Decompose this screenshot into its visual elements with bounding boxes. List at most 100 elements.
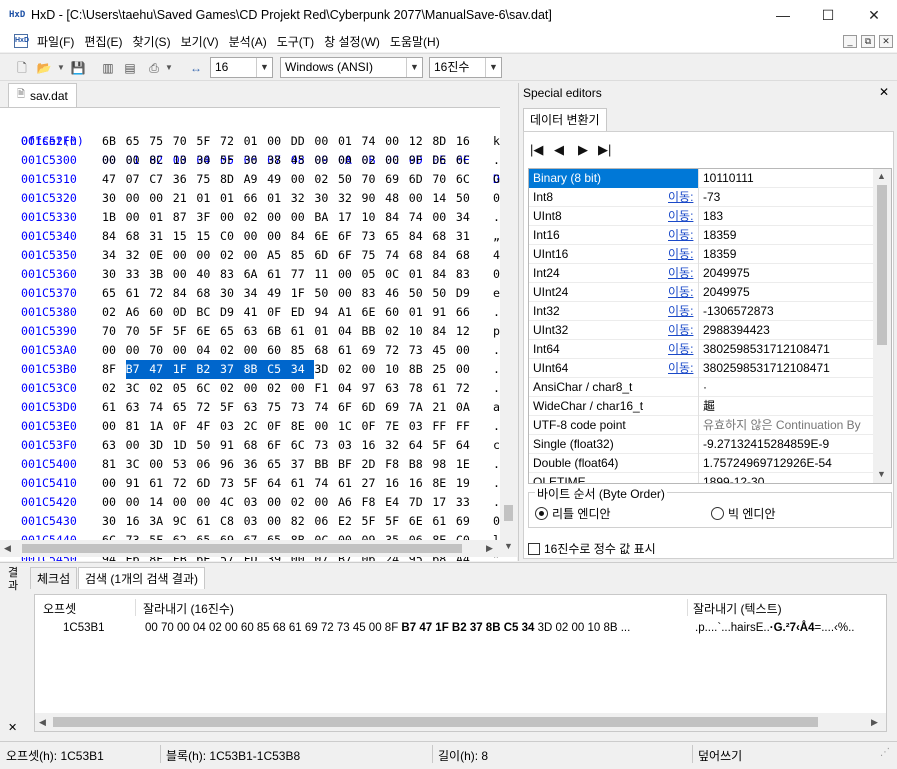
inspector-row[interactable]: AnsiChar / char8_t · — [529, 378, 873, 397]
hex-byte[interactable]: 61 — [338, 341, 362, 360]
hex-byte[interactable]: 2C — [244, 417, 268, 436]
hex-byte[interactable]: 01 — [338, 132, 362, 151]
menu-window[interactable]: 창 설정(W) — [319, 33, 385, 50]
hex-byte[interactable]: 00 — [244, 227, 268, 246]
hex-byte[interactable]: E2 — [338, 512, 362, 531]
hex-byte[interactable]: 00 — [244, 379, 268, 398]
result-offset[interactable]: 1C53B1 — [63, 622, 105, 634]
hex-byte[interactable]: 90 — [362, 189, 386, 208]
mdi-restore-button[interactable]: ⧉ — [861, 35, 875, 48]
hex-byte[interactable]: BF — [338, 455, 362, 474]
hex-byte[interactable]: 10 — [385, 360, 409, 379]
inspector-row[interactable]: Int8 이동: -73 — [529, 188, 873, 207]
hex-byte[interactable]: 00 — [126, 151, 150, 170]
hex-byte[interactable]: C8 — [220, 512, 244, 531]
hex-byte[interactable]: 0C — [385, 265, 409, 284]
hex-byte[interactable]: 01 — [314, 322, 338, 341]
inspector-value[interactable]: 10110111 — [703, 169, 873, 188]
hex-byte[interactable]: 03 — [338, 436, 362, 455]
hex-byte[interactable]: 85 — [291, 246, 315, 265]
tab-checksum[interactable]: 체크섬 — [30, 567, 78, 589]
hex-byte[interactable]: 3F — [196, 208, 220, 227]
hex-byte[interactable]: 01 — [244, 132, 268, 151]
hex-byte[interactable]: 6A — [244, 265, 268, 284]
hex-byte[interactable]: 74 — [409, 208, 433, 227]
scroll-down-icon[interactable]: ▼ — [877, 469, 886, 479]
hex-byte[interactable]: 0F — [267, 303, 291, 322]
scrollbar-thumb[interactable] — [504, 505, 513, 521]
hex-byte[interactable]: 74 — [314, 398, 338, 417]
hex-byte[interactable]: 75 — [362, 246, 386, 265]
hex-byte[interactable]: 1E — [456, 455, 480, 474]
hex-byte[interactable]: 00 — [291, 208, 315, 227]
hex-byte[interactable]: B7 — [125, 360, 150, 379]
hex-byte[interactable]: 6E — [362, 303, 386, 322]
hex-byte[interactable]: 50 — [432, 284, 456, 303]
inspector-value[interactable]: 1.75724969712926E-54 — [703, 454, 873, 473]
hex-byte[interactable]: DD — [291, 132, 315, 151]
hex-byte[interactable]: 14 — [149, 493, 173, 512]
hex-byte[interactable]: 00 — [126, 208, 150, 227]
hex-byte[interactable]: 6E — [314, 227, 338, 246]
hex-byte[interactable]: 46 — [385, 284, 409, 303]
hex-byte[interactable]: 41 — [244, 303, 268, 322]
hex-byte[interactable]: 53 — [173, 455, 197, 474]
hex-byte[interactable]: 02 — [220, 379, 244, 398]
hex-byte[interactable]: 30 — [220, 284, 244, 303]
hex-byte[interactable]: 00 — [385, 151, 409, 170]
inspector-value[interactable]: 2049975 — [703, 264, 873, 283]
hex-byte[interactable]: 69 — [385, 170, 409, 189]
result-hex[interactable]: 00 70 00 04 02 00 60 85 68 61 69 72 73 4… — [145, 622, 630, 634]
hex-byte[interactable]: 81 — [126, 417, 150, 436]
hex-editor[interactable]: Offset(h) 00 01 02 03 04 05 06 07 08 09 0A 0B 0C 0D 0E… — [0, 107, 517, 561]
hex-byte[interactable]: 83 — [220, 265, 244, 284]
hex-byte[interactable]: C0 — [220, 227, 244, 246]
hex-byte[interactable]: 31 — [456, 227, 480, 246]
hex-byte[interactable]: 91 — [126, 474, 150, 493]
hex-byte[interactable]: 5F — [220, 398, 244, 417]
text-column[interactable]: G — [493, 170, 500, 189]
hex-byte[interactable]: 00 — [432, 208, 456, 227]
hex-byte[interactable]: 02 — [220, 341, 244, 360]
hex-byte[interactable]: 74 — [362, 132, 386, 151]
hex-byte[interactable]: 68 — [432, 227, 456, 246]
hex-byte[interactable]: 1F — [291, 284, 315, 303]
text-column[interactable]: c — [493, 436, 500, 455]
text-column[interactable]: . — [493, 474, 500, 493]
hex-byte[interactable]: 17 — [338, 208, 362, 227]
results-horizontal-scrollbar[interactable]: ◀ ▶ — [35, 713, 886, 731]
hex-byte[interactable]: 00 — [338, 284, 362, 303]
hex-byte[interactable]: 00 — [173, 493, 197, 512]
previous-byte-icon[interactable]: ◀ — [554, 142, 564, 158]
hex-byte[interactable]: D9 — [220, 303, 244, 322]
hex-byte[interactable]: 32 — [338, 189, 362, 208]
hex-byte[interactable]: 6F — [338, 398, 362, 417]
hex-byte[interactable]: 84 — [409, 227, 433, 246]
hex-horizontal-scrollbar[interactable]: ◀ ▶ — [0, 540, 500, 557]
hex-byte[interactable]: 03 — [244, 512, 268, 531]
hex-byte[interactable]: 00 — [173, 341, 197, 360]
hex-byte[interactable]: 45 — [291, 151, 315, 170]
hex-byte[interactable]: 6D — [196, 474, 220, 493]
close-icon[interactable]: ✕ — [879, 85, 889, 99]
first-byte-icon[interactable]: |◀ — [530, 142, 543, 158]
result-text[interactable]: .p....`...hairsE..·G.²7‹Å4=....‹%.. — [695, 622, 854, 634]
hex-byte[interactable]: 00 — [267, 227, 291, 246]
hex-byte[interactable]: 30 — [196, 151, 220, 170]
hex-byte[interactable]: 00 — [126, 341, 150, 360]
hex-byte[interactable]: FF — [456, 417, 480, 436]
hex-byte[interactable]: 00 — [149, 455, 173, 474]
hex-byte[interactable]: 32 — [385, 436, 409, 455]
hex-byte[interactable]: 01 — [267, 189, 291, 208]
scrollbar-thumb[interactable] — [53, 717, 818, 727]
hex-byte[interactable]: F1 — [314, 379, 338, 398]
hex-byte[interactable]: 00 — [220, 208, 244, 227]
inspector-value[interactable]: 3802598531712108471 — [703, 340, 873, 359]
new-file-icon[interactable]: 🗋 — [14, 60, 30, 76]
hex-byte[interactable]: 64 — [267, 474, 291, 493]
big-endian-radio[interactable]: 빅 엔디안 — [711, 505, 776, 522]
hex-byte[interactable]: 81 — [102, 455, 126, 474]
hex-byte[interactable]: BB — [362, 322, 386, 341]
hex-byte[interactable]: 04 — [196, 341, 220, 360]
inspector-row[interactable]: Int16 이동: 18359 — [529, 226, 873, 245]
